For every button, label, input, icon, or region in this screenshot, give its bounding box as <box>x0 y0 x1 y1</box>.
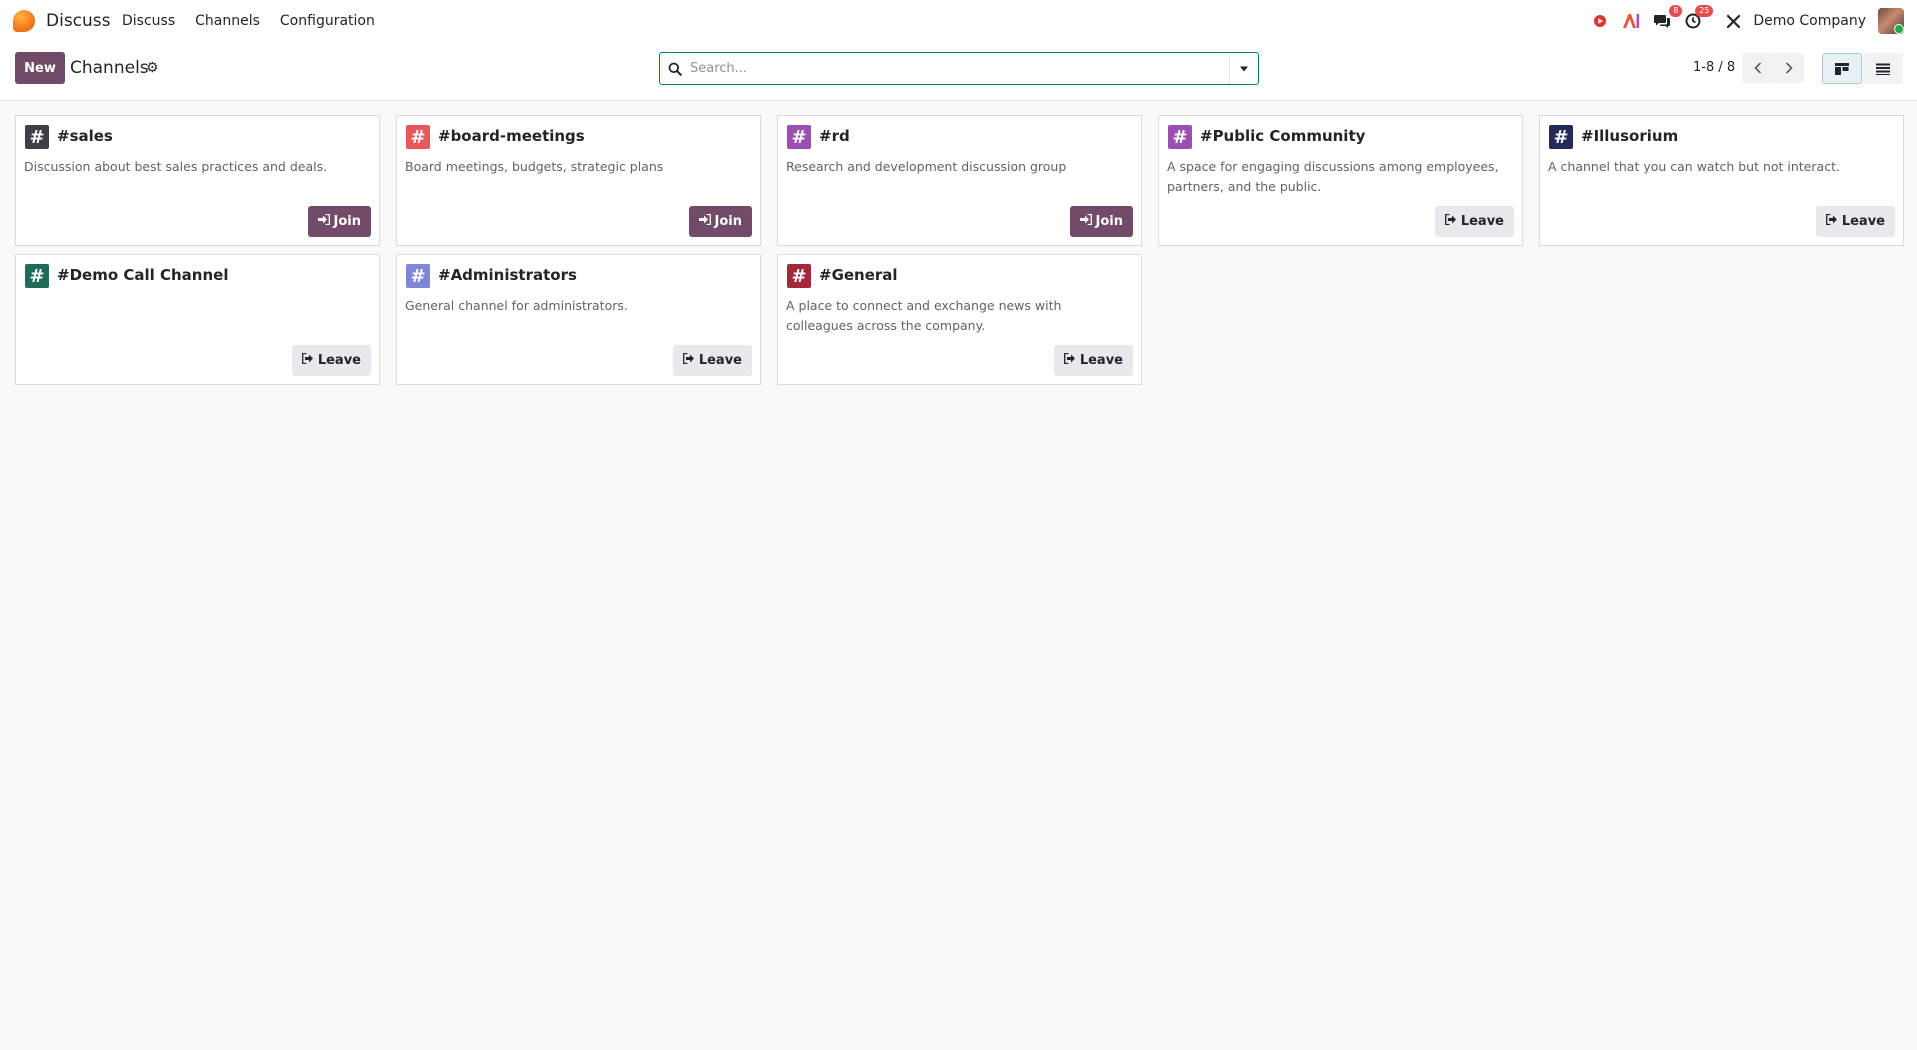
leave-button[interactable]: Leave <box>1434 206 1514 237</box>
channel-name: #Administrators <box>438 266 577 284</box>
join-button-label: Join <box>1095 214 1123 229</box>
control-panel: New Channels ⚙ 1-8 / 8 <box>0 42 1917 101</box>
channel-description: Research and development discussion grou… <box>786 159 1067 174</box>
pager-next-chevron-right-icon[interactable] <box>1773 53 1804 83</box>
leave-button[interactable]: Leave <box>1053 345 1133 376</box>
hashtag-icon: # <box>1168 125 1192 149</box>
channel-card[interactable]: # #Administrators General channel for ad… <box>396 254 761 385</box>
kanban-view-icon[interactable] <box>1822 53 1862 84</box>
app-name[interactable]: Discuss <box>46 11 111 31</box>
hashtag-icon: # <box>1549 125 1573 149</box>
leave-button[interactable]: Leave <box>672 345 752 376</box>
list-view-icon[interactable] <box>1863 53 1903 84</box>
leave-button[interactable]: Leave <box>1815 206 1895 237</box>
new-button[interactable]: New <box>15 52 65 84</box>
hashtag-icon: # <box>25 125 49 149</box>
ai-icon[interactable] <box>1619 9 1643 33</box>
join-button[interactable]: Join <box>688 206 752 237</box>
sign-out-icon <box>682 352 695 368</box>
messages-icon[interactable]: 8 <box>1650 5 1683 33</box>
channel-description: A place to connect and exchange news wit… <box>786 298 1062 333</box>
sign-in-icon <box>698 213 711 229</box>
hashtag-icon: # <box>787 264 811 288</box>
search-icon <box>660 62 690 76</box>
sign-out-icon <box>1444 213 1457 229</box>
menu-item-channels[interactable]: Channels <box>195 13 260 29</box>
top-navbar: Discuss Discuss Channels Configuration 8… <box>0 0 1917 42</box>
channel-name: #board-meetings <box>438 127 585 145</box>
leave-button-label: Leave <box>698 353 742 368</box>
channel-name: #General <box>819 266 898 284</box>
channel-card[interactable]: # #board-meetings Board meetings, budget… <box>396 115 761 246</box>
sign-out-icon <box>301 352 314 368</box>
channel-card[interactable]: # #Demo Call Channel Leave <box>15 254 380 385</box>
search-input[interactable] <box>690 53 1229 84</box>
channel-description: A channel that you can watch but not int… <box>1548 159 1840 174</box>
join-button[interactable]: Join <box>307 206 371 237</box>
channel-description: Board meetings, budgets, strategic plans <box>405 159 664 174</box>
leave-button-label: Leave <box>317 353 361 368</box>
channel-card[interactable]: # #Public Community A space for engaging… <box>1158 115 1523 246</box>
channel-name: #sales <box>57 127 113 145</box>
pager-value[interactable]: 1-8 / 8 <box>1693 60 1735 75</box>
channel-description: A space for engaging discussions among e… <box>1167 159 1499 194</box>
sign-in-icon <box>1079 213 1092 229</box>
sign-out-icon <box>1825 213 1838 229</box>
channel-description: General channel for administrators. <box>405 298 628 313</box>
leave-button-label: Leave <box>1841 214 1885 229</box>
discuss-app-logo-icon[interactable] <box>13 10 35 32</box>
channel-card[interactable]: # #sales Discussion about best sales pra… <box>15 115 380 246</box>
company-switcher[interactable]: Demo Company <box>1753 13 1866 29</box>
menu-item-discuss[interactable]: Discuss <box>122 13 175 29</box>
channel-description: Discussion about best sales practices an… <box>24 159 328 174</box>
sign-out-icon <box>1063 352 1076 368</box>
hashtag-icon: # <box>406 125 430 149</box>
activities-badge: 25 <box>1695 5 1714 17</box>
hashtag-icon: # <box>25 264 49 288</box>
leave-button-label: Leave <box>1079 353 1123 368</box>
main-menu: Discuss Channels Configuration <box>122 13 395 29</box>
join-button-label: Join <box>714 214 742 229</box>
sign-in-icon <box>317 213 330 229</box>
leave-button-label: Leave <box>1460 214 1504 229</box>
channel-card[interactable]: # #General A place to connect and exchan… <box>777 254 1142 385</box>
record-icon[interactable] <box>1588 9 1612 33</box>
page-title: Channels <box>70 58 149 78</box>
search-bar <box>659 52 1259 85</box>
channel-name: #Public Community <box>1200 127 1366 145</box>
pager-previous-chevron-left-icon[interactable] <box>1742 53 1773 83</box>
channel-card[interactable]: # #Illusorium A channel that you can wat… <box>1539 115 1904 246</box>
activities-clock-icon[interactable]: 25 <box>1681 5 1714 33</box>
leave-button[interactable]: Leave <box>291 345 371 376</box>
channel-name: #Demo Call Channel <box>57 266 229 284</box>
join-button[interactable]: Join <box>1069 206 1133 237</box>
channel-card[interactable]: # #rd Research and development discussio… <box>777 115 1142 246</box>
systray: 8 25 Demo Company <box>1588 0 1917 42</box>
user-avatar[interactable] <box>1878 8 1904 34</box>
channel-name: #rd <box>819 127 850 145</box>
join-button-label: Join <box>333 214 361 229</box>
hashtag-icon: # <box>406 264 430 288</box>
gear-icon[interactable]: ⚙ <box>146 60 159 76</box>
menu-item-configuration[interactable]: Configuration <box>280 13 375 29</box>
hashtag-icon: # <box>787 125 811 149</box>
channel-name: #Illusorium <box>1581 127 1679 145</box>
debug-tools-icon[interactable] <box>1721 9 1745 33</box>
search-options-caret-down-icon[interactable] <box>1229 53 1258 84</box>
